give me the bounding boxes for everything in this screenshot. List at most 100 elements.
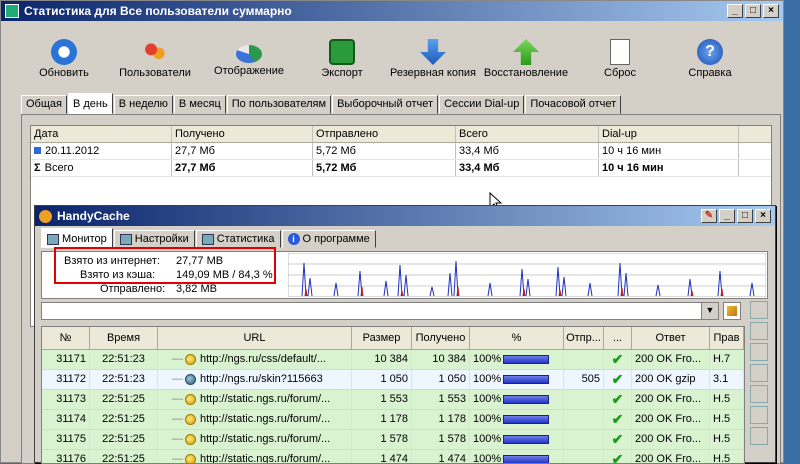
info-icon: i [287, 233, 300, 245]
table-row[interactable]: 31176 22:51:25 — http://static.ngs.ru/forum… [42, 450, 744, 464]
row-number: 31171 [42, 350, 90, 369]
tab-monitor[interactable]: Монитор [41, 228, 113, 248]
row-time: 22:51:25 [90, 390, 158, 409]
table-row[interactable]: 31173 22:51:25 — http://static.ngs.ru/forum… [42, 390, 744, 410]
hc-close-button[interactable]: × [755, 209, 771, 223]
chevron-down-icon[interactable]: ▼ [701, 303, 718, 319]
tree-line: — [172, 413, 183, 425]
sent-label: Отправлено: [100, 283, 166, 295]
display-button[interactable]: Отображение [213, 23, 285, 77]
col-time[interactable]: Время [90, 327, 158, 349]
progress-bar [503, 354, 550, 364]
row-time: 22:51:25 [90, 410, 158, 429]
file-icon[interactable] [750, 385, 768, 403]
url-filter-input[interactable]: ▼ [41, 302, 719, 320]
row-date: 20.11.2012 [45, 145, 100, 157]
row-sent [564, 430, 604, 449]
table-row[interactable]: 31172 22:51:23 — http://ngs.ru/skin?115663 1… [42, 370, 744, 390]
apply-filter-button[interactable] [723, 302, 741, 320]
tab-custom-report[interactable]: Выборочный отчет [332, 95, 439, 114]
row-percent: 100% [470, 370, 564, 389]
col-sent[interactable]: Отпр... [564, 327, 604, 349]
handycache-titlebar: HandyCache ✎ _ □ × [35, 206, 775, 226]
percent-text: 100% [473, 393, 502, 405]
row-number: 31172 [42, 370, 90, 389]
row-size: 1 553 [352, 390, 412, 409]
refresh-button[interactable]: Обновить [37, 23, 91, 79]
table-header: Дата Получено Отправлено Всего Dial-up [31, 126, 771, 143]
tab-hourly-report[interactable]: Почасовой отчет [525, 95, 622, 114]
row-status: ✔ [604, 370, 632, 389]
progress-bar [503, 434, 550, 444]
tab-general[interactable]: Общая [21, 95, 67, 114]
export-button[interactable]: Экспорт [317, 23, 367, 79]
row-size: 1 050 [352, 370, 412, 389]
hc-pin-button[interactable]: ✎ [701, 209, 717, 223]
row-total: 33,4 Мб [456, 143, 599, 159]
table-row[interactable]: 31175 22:51:25 — http://static.ngs.ru/forum… [42, 430, 744, 450]
backup-button[interactable]: Резервная копия [387, 23, 479, 79]
col-rule[interactable]: Прав [710, 327, 744, 349]
col-dialup[interactable]: Dial-up [599, 126, 739, 142]
close-button[interactable]: × [763, 4, 779, 18]
col-status-icon[interactable]: ... [604, 327, 632, 349]
globe-icon [185, 373, 196, 385]
col-percent[interactable]: % [470, 327, 564, 349]
row-url: — http://static.ngs.ru/forum/... [158, 450, 352, 463]
add-rule-icon[interactable] [750, 343, 768, 361]
tab-weekly[interactable]: В неделю [113, 95, 173, 114]
col-sent[interactable]: Отправлено [313, 126, 456, 142]
sigma-icon: Σ [34, 162, 41, 174]
tab-dialup-sessions[interactable]: Сессии Dial-up [439, 95, 525, 114]
hc-minimize-button[interactable]: _ [719, 209, 735, 223]
table-row[interactable]: 20.11.2012 27,7 Мб 5,72 Мб 33,4 Мб 10 ч … [31, 143, 771, 160]
users-button[interactable]: Пользователи [117, 23, 193, 79]
col-date[interactable]: Дата [31, 126, 172, 142]
maximize-button[interactable]: □ [745, 4, 761, 18]
brush-icon [727, 306, 737, 316]
row-number: 31175 [42, 430, 90, 449]
export-list-icon[interactable] [750, 364, 768, 382]
tab-by-users[interactable]: По пользователям [226, 95, 332, 114]
col-answer[interactable]: Ответ [632, 327, 710, 349]
filter-icon[interactable] [750, 406, 768, 424]
row-status: ✔ [604, 390, 632, 409]
app-icon [5, 4, 19, 18]
row-received: 27,7 Мб [172, 143, 313, 159]
row-number: 31176 [42, 450, 90, 463]
row-percent: 100% [470, 350, 564, 369]
col-received[interactable]: Получено [412, 327, 470, 349]
restore-button[interactable]: Восстановление [481, 23, 571, 79]
row-time: 22:51:25 [90, 450, 158, 463]
tab-settings[interactable]: Настройки [113, 230, 195, 248]
row-url: — http://static.ngs.ru/forum/... [158, 430, 352, 449]
highlight-box [54, 247, 276, 284]
tab-about-label: О программе [302, 233, 370, 245]
percent-text: 100% [473, 433, 502, 445]
col-url[interactable]: URL [158, 327, 352, 349]
table-row[interactable]: 31171 22:51:23 — http://ngs.ru/css/default/… [42, 350, 744, 370]
help-icon: ? [697, 39, 723, 65]
col-received[interactable]: Получено [172, 126, 313, 142]
tab-about[interactable]: iО программе [281, 230, 376, 248]
tab-monthly[interactable]: В месяц [173, 95, 226, 114]
col-number[interactable]: № [42, 327, 90, 349]
reset-button[interactable]: Сброс [597, 23, 643, 79]
pie-chart-icon [236, 45, 262, 63]
hc-maximize-button[interactable]: □ [737, 209, 753, 223]
row-sent: 5,72 Мб [313, 143, 456, 159]
col-size[interactable]: Размер [352, 327, 412, 349]
help-button[interactable]: ? Справка [685, 23, 735, 79]
columns-icon[interactable] [750, 322, 768, 340]
table-row[interactable]: 31174 22:51:25 — http://static.ngs.ru/forum… [42, 410, 744, 430]
tab-statistics[interactable]: Статистика [195, 230, 281, 248]
table-total-row[interactable]: Σ Всего 27,7 Мб 5,72 Мб 33,4 Мб 10 ч 16 м… [31, 160, 771, 177]
requests-table: № Время URL Размер Получено % Отпр... ..… [41, 326, 745, 464]
minimize-button[interactable]: _ [727, 4, 743, 18]
percent-text: 100% [473, 453, 502, 464]
list-icon[interactable] [750, 301, 768, 319]
tab-daily[interactable]: В день [67, 93, 113, 114]
clean-icon[interactable] [750, 427, 768, 445]
col-total[interactable]: Всего [456, 126, 599, 142]
floppy-disk-icon [329, 39, 355, 65]
